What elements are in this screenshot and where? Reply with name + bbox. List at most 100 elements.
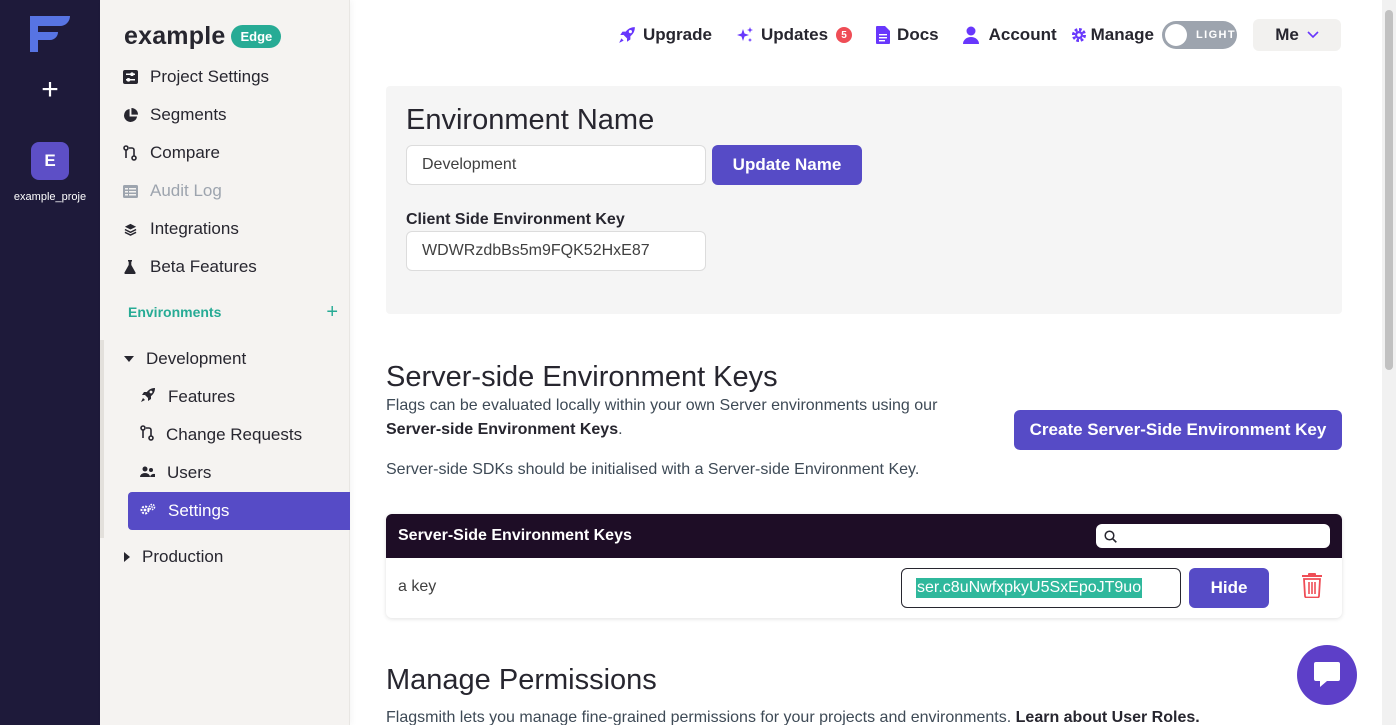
layers-icon: [122, 221, 138, 237]
manage-link[interactable]: Manage: [1071, 25, 1154, 45]
environments-header: Environments +: [128, 302, 338, 322]
sidebar-item-change-requests[interactable]: Change Requests: [128, 416, 350, 454]
caret-right-icon: [124, 552, 130, 562]
list-icon: [122, 183, 138, 199]
flagsmith-logo-icon[interactable]: [26, 12, 74, 56]
document-icon: [876, 26, 891, 44]
edge-badge: Edge: [231, 25, 282, 48]
sidebar-item-label: Segments: [150, 105, 227, 124]
server-keys-desc-bold: Server-side Environment Keys: [386, 421, 619, 438]
rocket-icon: [619, 27, 635, 43]
sidebar-item-project-settings[interactable]: Project Settings: [122, 62, 269, 92]
pie-chart-icon: [122, 107, 138, 123]
environment-name-input[interactable]: Development: [406, 145, 706, 185]
environment-name-title: Environment Name: [406, 104, 655, 136]
updates-count-badge: 5: [836, 27, 853, 43]
sidebar-item-label: Audit Log: [150, 181, 222, 200]
environment-development-group: Development Features Change Requests Use…: [100, 340, 350, 540]
server-keys-title: Server-side Environment Keys: [386, 361, 778, 393]
project-rail: + E example_proje: [0, 0, 100, 725]
sidebar-item-label: Compare: [150, 143, 220, 162]
table-title: Server-Side Environment Keys: [398, 527, 632, 544]
sidebar-item-label: Integrations: [150, 219, 239, 238]
environment-group-indicator: [100, 340, 104, 538]
caret-down-icon: [124, 356, 134, 362]
sidebar-item-users[interactable]: Users: [128, 454, 350, 492]
sidebar-item-beta-features[interactable]: Beta Features: [122, 252, 257, 282]
sidebar-item-label: Users: [167, 463, 212, 482]
manage-label: Manage: [1090, 25, 1154, 44]
user-menu-button[interactable]: Me: [1253, 19, 1341, 51]
sidebar-item-settings[interactable]: Settings: [128, 492, 350, 530]
updates-link[interactable]: Updates 5: [736, 25, 853, 45]
sliders-icon: [122, 69, 138, 85]
add-environment-icon[interactable]: +: [326, 302, 338, 322]
docs-link[interactable]: Docs: [876, 25, 939, 45]
git-compare-icon: [122, 145, 138, 161]
hide-key-button[interactable]: Hide: [1189, 568, 1269, 608]
sidebar-item-label: Features: [168, 387, 236, 406]
table-row: a key ser.c8uNwfxpkyU5SxEpoJT9uo Hide: [386, 558, 1342, 618]
cog-icon: [140, 501, 156, 521]
client-key-field[interactable]: WDWRzdbBs5m9FQK52HxE87: [406, 231, 706, 271]
scrollbar-thumb[interactable]: [1385, 10, 1393, 370]
key-name: a key: [398, 578, 437, 595]
environments-label: Environments: [128, 304, 222, 320]
project-avatar[interactable]: E: [31, 142, 69, 180]
permissions-title: Manage Permissions: [386, 664, 657, 696]
sidebar-item-integrations[interactable]: Integrations: [122, 214, 239, 244]
environment-production[interactable]: Production: [124, 547, 223, 567]
toggle-knob: [1165, 24, 1187, 46]
permissions-description: Flagsmith lets you manage fine-grained p…: [386, 706, 1286, 725]
environment-development[interactable]: Development: [124, 349, 246, 369]
users-icon: [140, 463, 155, 483]
server-keys-sdk-note: Server-side SDKs should be initialised w…: [386, 461, 920, 478]
sidebar-item-label: Change Requests: [166, 425, 303, 444]
top-navigation: Upgrade Updates 5 Docs Account Manage: [618, 20, 1178, 50]
server-key-field[interactable]: ser.c8uNwfxpkyU5SxEpoJT9uo: [901, 568, 1181, 608]
project-name-label: example_proje: [13, 191, 87, 203]
account-link[interactable]: Account: [962, 25, 1057, 45]
trash-icon[interactable]: [1301, 572, 1323, 603]
user-icon: [962, 26, 979, 44]
search-icon: [1104, 529, 1117, 543]
flask-icon: [122, 259, 138, 275]
sidebar-item-compare[interactable]: Compare: [122, 138, 220, 168]
sidebar-item-label: Beta Features: [150, 257, 257, 276]
chat-icon: [1314, 662, 1340, 687]
chevron-down-icon: [1307, 31, 1319, 39]
permissions-desc-text: Flagsmith lets you manage fine-grained p…: [386, 709, 1012, 725]
sidebar: example Edge Project Settings Segments C…: [100, 0, 350, 725]
theme-toggle[interactable]: LIGHT: [1162, 21, 1237, 49]
sidebar-project-title: example Edge: [124, 22, 282, 51]
environment-name: Development: [146, 349, 247, 368]
page-scrollbar[interactable]: [1382, 0, 1396, 725]
add-project-icon[interactable]: +: [36, 75, 64, 105]
sidebar-item-segments[interactable]: Segments: [122, 100, 227, 130]
sparkles-icon: [736, 27, 753, 42]
server-keys-description: Flags can be evaluated locally within yo…: [386, 397, 938, 438]
upgrade-label: Upgrade: [643, 25, 712, 44]
sidebar-item-label: Settings: [168, 501, 230, 520]
create-server-key-button[interactable]: Create Server-Side Environment Key: [1014, 410, 1342, 450]
upgrade-link[interactable]: Upgrade: [618, 25, 712, 45]
update-name-button[interactable]: Update Name: [712, 145, 862, 185]
git-pull-icon: [140, 424, 154, 446]
project-title: example: [124, 22, 226, 50]
sidebar-item-features[interactable]: Features: [128, 378, 350, 416]
server-keys-table: Server-Side Environment Keys a key ser.c…: [386, 514, 1342, 618]
environment-name-panel: Environment Name Development Update Name…: [386, 86, 1342, 314]
chat-launcher-button[interactable]: [1297, 645, 1357, 705]
rocket-icon: [140, 387, 156, 408]
gear-icon: [1071, 28, 1086, 42]
sidebar-item-audit-log[interactable]: Audit Log: [122, 176, 222, 206]
server-key-value: ser.c8uNwfxpkyU5SxEpoJT9uo: [916, 578, 1143, 598]
theme-toggle-label: LIGHT: [1196, 29, 1236, 41]
environment-name: Production: [142, 547, 224, 566]
client-key-label: Client Side Environment Key: [406, 211, 625, 228]
user-menu-label: Me: [1275, 25, 1299, 44]
updates-label: Updates: [760, 25, 829, 44]
server-keys-desc-text: Flags can be evaluated locally within yo…: [386, 397, 938, 414]
table-search-input[interactable]: [1096, 524, 1330, 548]
learn-user-roles-link[interactable]: Learn about User Roles.: [1016, 709, 1200, 725]
